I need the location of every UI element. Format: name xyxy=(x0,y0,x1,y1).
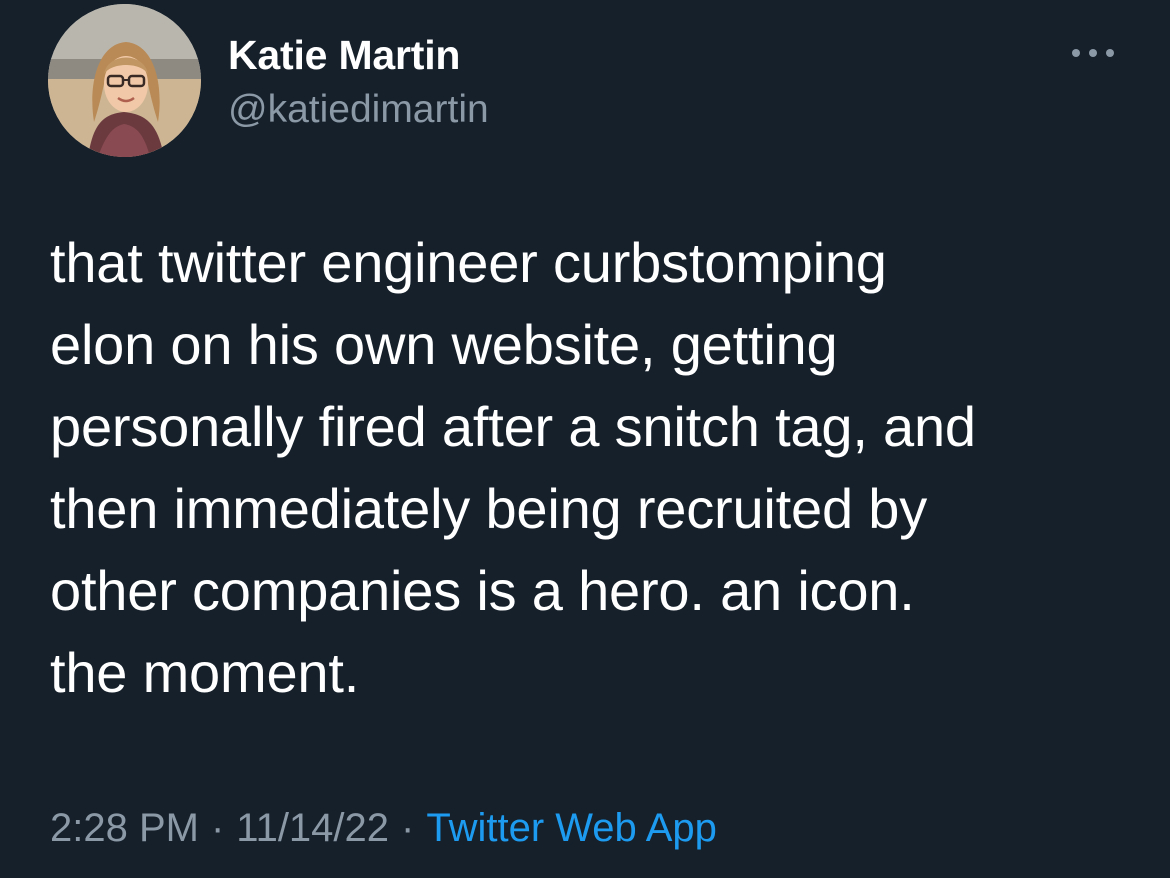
tweet-text-line: other companies is a hero. an icon. xyxy=(50,559,915,622)
tweet-time[interactable]: 2:28 PM xyxy=(50,806,199,850)
avatar-photo xyxy=(48,4,201,157)
separator: · xyxy=(210,806,225,850)
tweet-text-line: personally fired after a snitch tag, and xyxy=(50,395,976,458)
author-handle[interactable]: @katiedimartin xyxy=(228,88,489,132)
tweet-text-line: elon on his own website, getting xyxy=(50,313,838,376)
tweet-text-line: that twitter engineer curbstomping xyxy=(50,231,887,294)
author-display-name[interactable]: Katie Martin xyxy=(228,32,460,79)
tweet-source-link[interactable]: Twitter Web App xyxy=(426,806,717,850)
tweet-date[interactable]: 11/14/22 xyxy=(236,806,389,850)
tweet-text: that twitter engineer curbstomping elon … xyxy=(50,222,1140,714)
tweet-metadata: 2:28 PM · 11/14/22 · Twitter Web App xyxy=(50,806,717,851)
tweet-text-line: then immediately being recruited by xyxy=(50,477,928,540)
tweet-text-line: the moment. xyxy=(50,641,360,704)
more-options-button[interactable] xyxy=(1068,38,1120,68)
tweet-card: Katie Martin @katiedimartin that twitter… xyxy=(0,0,1170,878)
avatar[interactable] xyxy=(48,4,201,157)
separator: · xyxy=(401,806,415,850)
